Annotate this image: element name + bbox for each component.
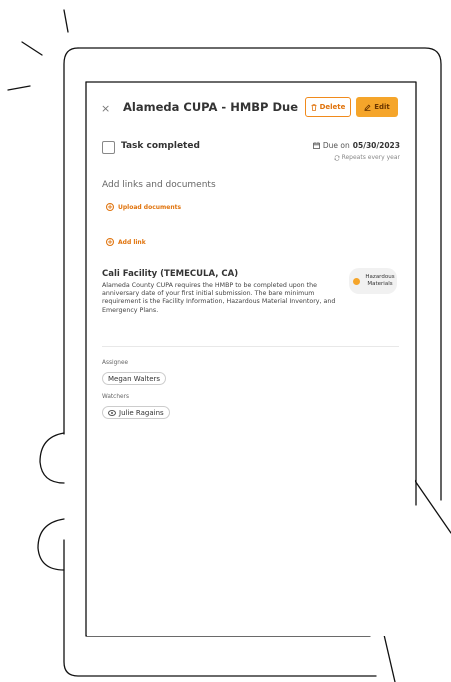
hazard-icon <box>353 277 360 285</box>
assignee-chip[interactable]: Megan Walters <box>102 372 167 385</box>
divider <box>102 346 399 347</box>
due-prefix: Due on <box>322 141 350 150</box>
repeat-schedule: Repeats every year <box>333 154 400 161</box>
add-link-link[interactable]: + Add link <box>106 238 146 246</box>
due-date: Due on 05/30/2023 <box>312 141 400 150</box>
task-detail-panel: × Alameda CUPA - HMBP Due Delete Edit Ta… <box>87 83 415 636</box>
tablet-frame <box>63 47 79 435</box>
upload-documents-label: Upload documents <box>118 203 182 211</box>
eye-icon <box>108 409 116 416</box>
repeat-label: Repeats every year <box>341 154 400 161</box>
task-header: × Alameda CUPA - HMBP Due Delete Edit <box>87 97 415 125</box>
spark-line <box>21 41 43 56</box>
delete-label: Delete <box>319 103 346 111</box>
add-link-label: Add link <box>118 238 146 246</box>
close-icon[interactable]: × <box>101 102 110 115</box>
upload-documents-link[interactable]: + Upload documents <box>106 203 181 211</box>
links-heading: Add links and documents <box>102 180 216 190</box>
facility-description: Alameda County CUPA requires the HMBP to… <box>102 282 336 314</box>
thumb <box>39 432 65 484</box>
watcher-chip[interactable]: Julie Ragains <box>102 406 170 419</box>
task-completed-checkbox[interactable] <box>102 141 115 154</box>
edit-button[interactable]: Edit <box>356 97 398 117</box>
facility-name: Cali Facility (TEMECULA, CA) <box>102 269 239 279</box>
pencil-icon <box>364 104 371 111</box>
task-status-row: Task completed Due on 05/30/2023 Repeats… <box>102 139 402 179</box>
task-title: Alameda CUPA - HMBP Due <box>123 100 299 114</box>
plus-circle-icon: + <box>106 237 114 246</box>
spark-line <box>7 85 31 91</box>
task-completed-label: Task completed <box>121 141 200 151</box>
repeat-icon <box>333 154 340 161</box>
spark-line <box>63 9 69 33</box>
trash-icon <box>311 103 317 111</box>
thumb <box>37 518 65 571</box>
assignee-name: Megan Walters <box>108 374 161 383</box>
due-date-value: 05/30/2023 <box>352 141 400 150</box>
assignee-label: Assignee <box>102 360 129 366</box>
hazardous-materials-label: Hazardous Materials <box>365 274 395 287</box>
watcher-name: Julie Ragains <box>119 408 164 417</box>
edit-label: Edit <box>374 103 390 111</box>
hazardous-materials-badge: Hazardous Materials <box>349 268 397 294</box>
calendar-icon <box>312 142 320 149</box>
plus-circle-icon: + <box>106 202 114 211</box>
delete-button[interactable]: Delete <box>305 97 351 117</box>
watchers-label: Watchers <box>102 394 130 400</box>
